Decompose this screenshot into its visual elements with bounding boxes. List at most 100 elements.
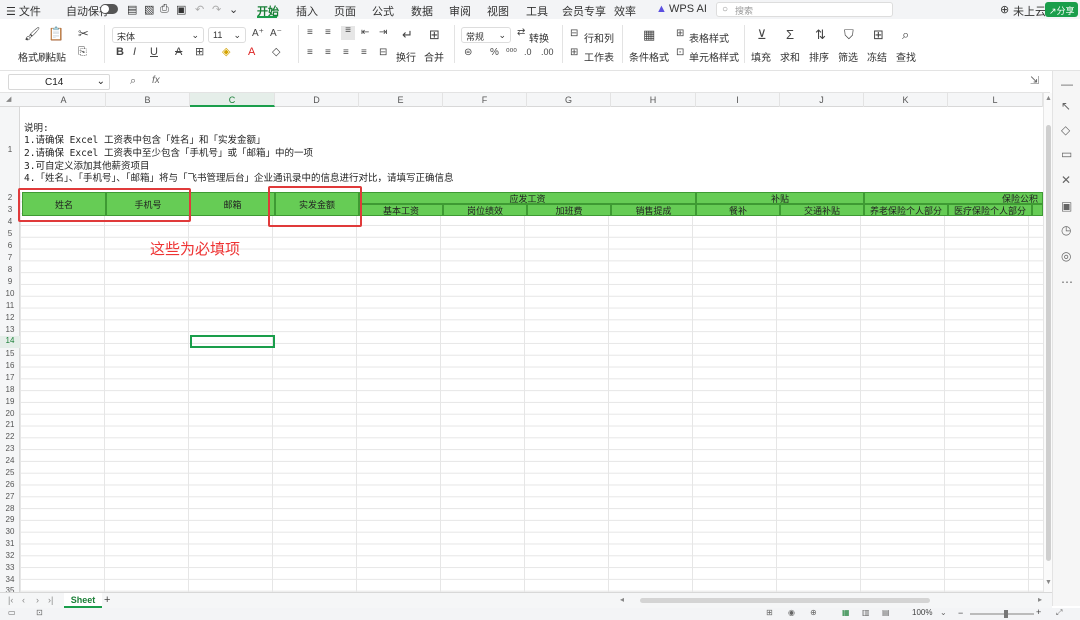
merge-label[interactable]: 合并 [424,49,444,64]
more-icon[interactable]: ⋯ [1061,275,1073,289]
first-sheet-icon[interactable]: |‹ [8,595,13,605]
scroll-right-icon[interactable]: ▸ [1038,595,1042,604]
paste-label[interactable]: 粘贴 [46,49,66,64]
col-header-c[interactable]: C [190,93,275,107]
comment-icon[interactable]: ▭ [1061,147,1072,161]
convert-label[interactable]: 转换 [529,30,549,45]
header-base-salary[interactable]: 基本工资 [359,204,443,216]
tab-insert[interactable]: 插入 [296,3,318,19]
cell-grid[interactable]: 说明: 1.请确保 Excel 工资表中包含「姓名」和「实发金额」 2.请确保 … [20,107,1043,592]
header-pension[interactable]: 养老保险个人部分 [864,204,948,216]
tools-icon[interactable]: ✕ [1061,173,1071,187]
row-header-34[interactable]: 34 [0,575,20,584]
cond-format-icon[interactable]: ▦ [643,28,655,41]
col-header-d[interactable]: D [275,93,359,107]
row-header-29[interactable]: 29 [0,515,20,524]
cloud-status[interactable]: 未上云 [1013,3,1046,19]
decimal-decrease-icon[interactable]: .00 [541,48,554,57]
image-icon[interactable]: ▣ [1061,199,1072,213]
zoom-out-icon[interactable]: − [958,608,963,618]
find-label[interactable]: 查找 [896,49,916,64]
decrease-font-icon[interactable]: A⁻ [270,29,282,39]
tab-page[interactable]: 页面 [334,3,356,19]
add-sheet-icon[interactable]: + [104,594,110,606]
row-header-32[interactable]: 32 [0,551,20,560]
history-icon[interactable]: ◷ [1061,223,1071,237]
export-pdf-icon[interactable]: ▧ [144,3,154,16]
header-overtime[interactable]: 加班费 [527,204,611,216]
row-header-18[interactable]: 18 [0,385,20,394]
row-header-11[interactable]: 11 [0,301,20,310]
italic-icon[interactable]: I [133,47,136,58]
row-header-7[interactable]: 7 [0,253,20,262]
tab-data[interactable]: 数据 [411,3,433,19]
align-center-icon[interactable]: ≡ [325,48,331,58]
row-header-19[interactable]: 19 [0,397,20,406]
filter-icon[interactable]: ⛉ [844,28,854,41]
align-left-icon[interactable]: ≡ [307,48,313,58]
scroll-left-icon[interactable]: ◂ [620,595,624,604]
format-painter-icon[interactable]: 🖌 [24,27,41,40]
print-icon[interactable]: ⎙ [160,3,169,16]
tab-view[interactable]: 视图 [487,3,509,19]
col-header-j[interactable]: J [780,93,864,107]
increase-font-icon[interactable]: A⁺ [252,29,264,39]
pointer-icon[interactable]: ↖ [1061,99,1071,113]
row-header-6[interactable]: 6 [0,241,20,250]
scroll-down-icon[interactable]: ▼ [1045,579,1052,586]
indent-increase-icon[interactable]: ⇥ [379,28,387,38]
cell-style-icon[interactable]: ⊡ [676,48,684,58]
sort-label[interactable]: 排序 [809,49,829,64]
row-header-12[interactable]: 12 [0,313,20,322]
row-header-4[interactable]: 4 [0,217,20,226]
font-size-select[interactable]: 11 ⌄ [208,27,246,43]
location-icon[interactable]: ◎ [1061,249,1071,263]
row-header-8[interactable]: 8 [0,265,20,274]
sum-label[interactable]: 求和 [780,49,800,64]
prev-sheet-icon[interactable]: ‹ [22,595,25,605]
wrap-icon[interactable]: ↵ [402,28,413,41]
row-header-22[interactable]: 22 [0,432,20,441]
header-medical[interactable]: 医疗保险个人部分 [948,204,1032,216]
format-painter-label[interactable]: 格式刷 [18,49,48,64]
select-all-corner[interactable]: ◢ [6,95,11,103]
row-header-25[interactable]: 25 [0,468,20,477]
tab-member[interactable]: 会员专享 [562,3,606,19]
tab-efficiency[interactable]: 效率 [614,3,636,19]
row-header-20[interactable]: 20 [0,409,20,418]
cond-format-label[interactable]: 条件格式 [629,49,669,64]
header-transport[interactable]: 交通补贴 [780,204,864,216]
row-header-2[interactable]: 2 [0,193,20,202]
header-gross-pay[interactable]: 应发工资 [359,192,696,204]
header-truncated[interactable] [1032,204,1043,216]
strikethrough-icon[interactable]: A [175,47,182,58]
merge-icon[interactable]: ⊞ [429,28,440,41]
align-top-icon[interactable]: ≡ [307,28,313,38]
normal-view-icon[interactable]: ▦ [842,608,850,617]
fill-color-icon[interactable]: ◈ [222,47,230,58]
row-header-31[interactable]: 31 [0,539,20,548]
fill-icon[interactable]: ⊻ [757,28,767,41]
page-view-icon[interactable]: ▥ [862,608,870,617]
more-chevron-icon[interactable]: ⌄ [229,3,238,16]
row-header-21[interactable]: 21 [0,420,20,429]
sheet-tab-active[interactable]: Sheet [64,593,102,608]
paste-icon[interactable]: 📋 [48,27,64,40]
font-color-icon[interactable]: A [248,47,255,58]
freeze-icon[interactable]: ⊞ [873,28,884,41]
sort-icon[interactable]: ⇅ [815,28,826,41]
col-header-a[interactable]: A [22,93,106,107]
row-header-3[interactable]: 3 [0,205,20,214]
last-sheet-icon[interactable]: ›| [48,595,53,605]
row-header-33[interactable]: 33 [0,563,20,572]
worksheet-label[interactable]: 工作表 [584,49,614,64]
macro-icon[interactable]: ▭ [8,608,16,617]
horizontal-scroll-thumb[interactable] [640,598,930,603]
distribute-icon[interactable]: ⊟ [379,48,387,58]
copy-icon[interactable]: ⎘ [78,47,87,58]
zoom-dropdown-icon[interactable]: ⌄ [940,608,947,617]
col-header-h[interactable]: H [611,93,696,107]
sum-icon[interactable]: Σ [786,28,794,41]
fx-button[interactable]: fx [152,75,160,86]
zoom-level[interactable]: 100% [912,608,932,617]
